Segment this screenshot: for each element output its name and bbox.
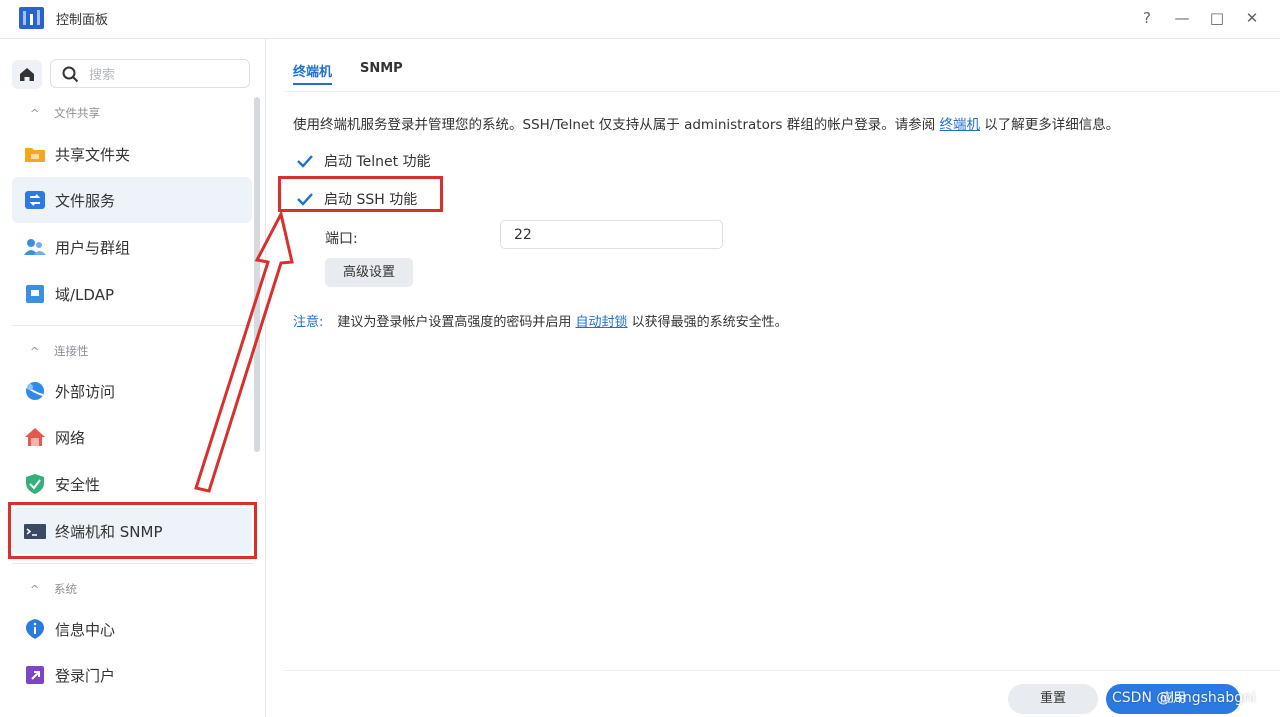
sidebar-item-info-center[interactable]: 信息中心 bbox=[12, 606, 252, 652]
globe-icon bbox=[26, 382, 44, 400]
sidebar-item-label: 安全性 bbox=[55, 476, 101, 494]
sidebar-item-domain-ldap[interactable]: 域/LDAP bbox=[12, 271, 252, 317]
sidebar-item-shared-folder[interactable]: 共享文件夹 bbox=[12, 131, 252, 177]
divider bbox=[12, 563, 254, 564]
port-input[interactable] bbox=[500, 220, 723, 249]
reset-button[interactable]: 重置 bbox=[1008, 684, 1098, 714]
telnet-label: 启动 Telnet 功能 bbox=[324, 154, 431, 170]
info-icon bbox=[26, 619, 44, 639]
minimize-button[interactable]: — bbox=[1171, 7, 1193, 29]
sidebar-item-label: 共享文件夹 bbox=[55, 146, 131, 164]
network-house-icon bbox=[25, 428, 45, 446]
section-header-system[interactable]: ^ 系统 bbox=[30, 581, 77, 597]
annotation-highlight-ssh bbox=[278, 176, 443, 212]
tab-divider bbox=[283, 91, 1280, 92]
checkmark-icon bbox=[297, 155, 313, 168]
sidebar-item-label: 域/LDAP bbox=[55, 286, 115, 304]
section-title: 系统 bbox=[54, 582, 77, 596]
sidebar-item-network[interactable]: 网络 bbox=[12, 414, 252, 460]
sidebar-item-label: 信息中心 bbox=[55, 621, 116, 639]
login-portal-icon bbox=[26, 666, 44, 684]
window-title: 控制面板 bbox=[56, 13, 109, 28]
description-text-end: 以了解更多详细信息。 bbox=[980, 117, 1120, 133]
sidebar-item-login-portal[interactable]: 登录门户 bbox=[12, 652, 252, 698]
sidebar-item-label: 用户与群组 bbox=[55, 239, 131, 257]
sidebar-scrollbar[interactable] bbox=[254, 97, 260, 452]
sidebar-item-file-services[interactable]: 文件服务 bbox=[12, 177, 252, 223]
divider bbox=[12, 325, 254, 326]
maximize-button[interactable]: □ bbox=[1206, 7, 1228, 29]
sidebar-item-label: 文件服务 bbox=[55, 192, 116, 210]
watermark: CSDN @langshabgni bbox=[1112, 690, 1256, 706]
port-label: 端口: bbox=[325, 231, 358, 247]
auto-block-link[interactable]: 自动封锁 bbox=[576, 315, 628, 330]
note-label: 注意: bbox=[293, 315, 324, 330]
chevron-up-icon: ^ bbox=[30, 583, 40, 596]
terminal-description: 使用终端机服务登录并管理您的系统。SSH/Telnet 仅支持从属于 admin… bbox=[293, 113, 1119, 133]
sidebar-item-users-groups[interactable]: 用户与群组 bbox=[12, 224, 252, 270]
chevron-up-icon: ^ bbox=[30, 107, 40, 120]
sidebar: ^ 文件共享 共享文件夹 文件服务 用户与群组 域/LDAP ^ 连接性 bbox=[0, 39, 266, 717]
tab-snmp[interactable]: SNMP bbox=[360, 61, 403, 76]
home-icon bbox=[20, 68, 34, 81]
chevron-up-icon: ^ bbox=[30, 345, 40, 358]
home-button[interactable] bbox=[12, 60, 42, 89]
section-title: 文件共享 bbox=[54, 106, 100, 120]
annotation-highlight-terminal-snmp bbox=[8, 502, 257, 559]
help-button[interactable]: ? bbox=[1136, 7, 1158, 29]
note-text: 建议为登录帐户设置高强度的密码并启用 bbox=[337, 315, 576, 330]
section-title: 连接性 bbox=[54, 344, 89, 358]
section-header-file-sharing[interactable]: ^ 文件共享 bbox=[30, 105, 100, 121]
search-input[interactable] bbox=[87, 64, 241, 86]
title-bar: 控制面板 ? — □ ✕ bbox=[0, 0, 1280, 39]
sidebar-item-external-access[interactable]: 外部访问 bbox=[12, 368, 252, 414]
shield-icon bbox=[26, 474, 44, 494]
sidebar-item-security[interactable]: 安全性 bbox=[12, 461, 252, 507]
note-text-end: 以获得最强的系统安全性。 bbox=[627, 315, 788, 330]
users-icon bbox=[24, 239, 46, 255]
folder-icon bbox=[25, 148, 45, 162]
terminal-help-link[interactable]: 终端机 bbox=[940, 117, 981, 133]
security-note: 注意: 建议为登录帐户设置高强度的密码并启用 自动封锁 以获得最强的系统安全性。 bbox=[293, 311, 788, 330]
advanced-settings-button[interactable]: 高级设置 bbox=[325, 258, 413, 287]
sidebar-item-label: 外部访问 bbox=[55, 383, 116, 401]
sidebar-item-label: 网络 bbox=[55, 429, 86, 447]
file-services-icon bbox=[25, 191, 45, 209]
search-icon bbox=[62, 66, 79, 83]
footer-divider bbox=[283, 670, 1280, 671]
description-text: 使用终端机服务登录并管理您的系统。SSH/Telnet 仅支持从属于 admin… bbox=[293, 117, 940, 133]
search-box[interactable] bbox=[50, 59, 250, 88]
control-panel-app-icon bbox=[19, 7, 44, 29]
domain-icon bbox=[26, 285, 44, 303]
section-header-connectivity[interactable]: ^ 连接性 bbox=[30, 343, 89, 359]
sidebar-item-label: 登录门户 bbox=[55, 667, 116, 685]
tab-terminal[interactable]: 终端机 bbox=[293, 61, 333, 85]
close-button[interactable]: ✕ bbox=[1241, 7, 1263, 29]
